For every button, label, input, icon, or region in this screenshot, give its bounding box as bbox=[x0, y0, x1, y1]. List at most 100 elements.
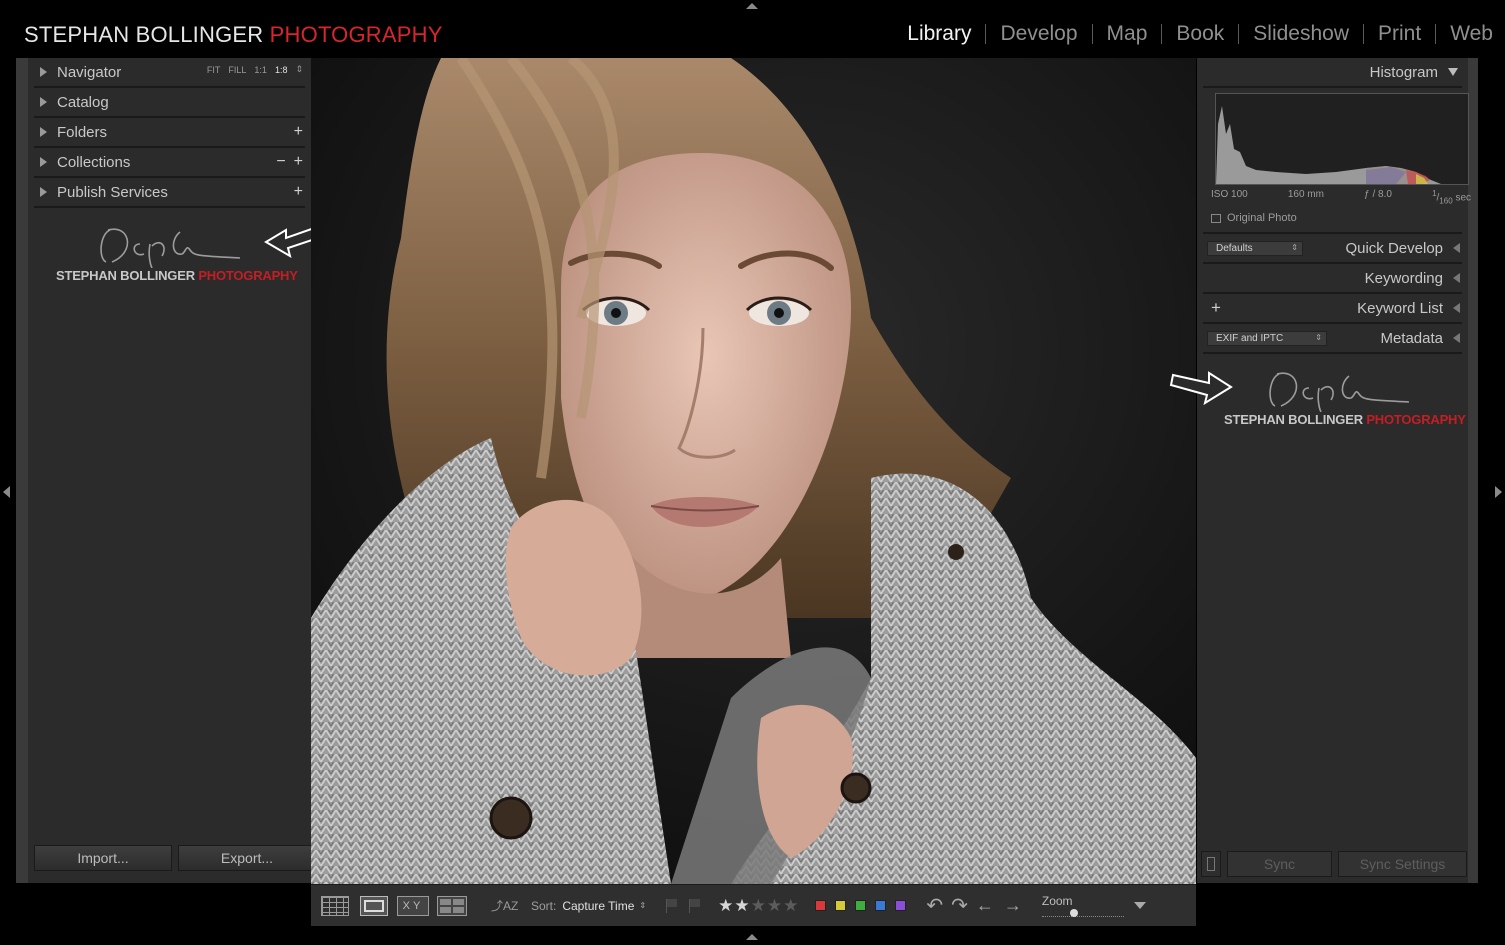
module-separator bbox=[985, 24, 987, 44]
rotate-left-icon[interactable]: ↶ bbox=[926, 893, 943, 918]
module-library[interactable]: Library bbox=[907, 22, 971, 46]
folders-label: Folders bbox=[57, 123, 108, 141]
reject-flag-icon[interactable] bbox=[689, 898, 702, 913]
export-button[interactable]: Export... bbox=[178, 845, 316, 871]
star-icon[interactable]: ★ bbox=[767, 896, 783, 915]
sync-button[interactable]: Sync bbox=[1226, 851, 1333, 877]
module-book[interactable]: Book bbox=[1176, 22, 1224, 46]
keywording-header[interactable]: Keywording bbox=[1203, 264, 1462, 294]
zoom-slider-knob[interactable] bbox=[1069, 908, 1078, 917]
zoom-slider-track[interactable] bbox=[1041, 913, 1124, 917]
histogram-panel: ISO 100 160 mm ƒ / 8.0 1/160 sec Origina… bbox=[1203, 88, 1471, 234]
sort-label: Sort: bbox=[531, 898, 557, 913]
navigator-header[interactable]: Navigator FIT FILL 1:1 1:8 ⇕ bbox=[34, 58, 305, 88]
metadata-header[interactable]: EXIF and IPTC ⇕ Metadata bbox=[1203, 324, 1462, 354]
auto-sync-toggle[interactable] bbox=[1201, 851, 1221, 877]
expand-triangle-icon bbox=[40, 127, 47, 137]
loupe-view-button[interactable] bbox=[358, 895, 390, 917]
navigator-zoom-options: FIT FILL 1:1 1:8 ⇕ bbox=[207, 64, 303, 75]
publish-services-header[interactable]: Publish Services + bbox=[34, 178, 305, 208]
expand-triangle-icon bbox=[1453, 333, 1460, 343]
module-web[interactable]: Web bbox=[1450, 22, 1493, 46]
quick-develop-label: Quick Develop bbox=[1345, 239, 1443, 257]
keyword-list-label: Keyword List bbox=[1357, 299, 1443, 317]
star-icon[interactable]: ★ bbox=[783, 896, 799, 915]
histogram-header[interactable]: Histogram bbox=[1203, 58, 1462, 88]
import-button[interactable]: Import... bbox=[34, 845, 172, 871]
module-map[interactable]: Map bbox=[1107, 22, 1148, 46]
main-photo[interactable] bbox=[311, 58, 1196, 884]
updown-icon: ⇕ bbox=[1291, 243, 1298, 252]
end-mark-text: STEPHAN BOLLINGER PHOTOGRAPHY bbox=[56, 268, 298, 283]
bottom-panel-toggle-icon[interactable] bbox=[746, 934, 758, 940]
original-photo-toggle[interactable]: Original Photo bbox=[1211, 212, 1297, 224]
sync-settings-button[interactable]: Sync Settings bbox=[1338, 851, 1467, 877]
zoom-1-1[interactable]: 1:1 bbox=[254, 65, 267, 75]
color-label-swatch[interactable] bbox=[895, 900, 907, 911]
color-label-swatch[interactable] bbox=[855, 900, 867, 911]
star-icon[interactable]: ★ bbox=[718, 896, 734, 915]
sort-updown-icon[interactable]: ⇕ bbox=[639, 901, 646, 910]
metadata-preset-select[interactable]: EXIF and IPTC ⇕ bbox=[1207, 331, 1327, 346]
histogram-graph[interactable] bbox=[1215, 93, 1469, 185]
publish-services-label: Publish Services bbox=[57, 183, 168, 201]
toolbar-options-dropdown-icon[interactable] bbox=[1133, 902, 1146, 909]
remove-collection-icon[interactable]: − bbox=[276, 154, 285, 170]
histogram-curve bbox=[1216, 106, 1441, 184]
star-icon[interactable]: ★ bbox=[734, 896, 750, 915]
color-label-swatch[interactable] bbox=[835, 900, 847, 911]
module-print[interactable]: Print bbox=[1378, 22, 1421, 46]
folders-header[interactable]: Folders + bbox=[34, 118, 305, 148]
rotate-right-icon[interactable]: ↷ bbox=[951, 893, 968, 918]
grid-icon bbox=[321, 895, 349, 916]
add-collection-icon[interactable]: + bbox=[294, 154, 303, 170]
right-panel: Histogram ISO 100 160 mm ƒ / 8.0 1/160 s… bbox=[1169, 58, 1478, 883]
identity-plate: STEPHAN BOLLINGER PHOTOGRAPHY bbox=[24, 22, 443, 48]
collapse-triangle-icon bbox=[1448, 68, 1458, 76]
sort-value[interactable]: Capture Time bbox=[562, 899, 634, 913]
color-label-swatch[interactable] bbox=[875, 900, 887, 911]
sort-direction-icon[interactable]: ⤴AZ bbox=[491, 897, 525, 914]
zoom-fill[interactable]: FILL bbox=[228, 65, 246, 75]
zoom-fit[interactable]: FIT bbox=[207, 65, 221, 75]
compare-view-button[interactable]: XY bbox=[397, 895, 429, 917]
grid-view-button[interactable] bbox=[319, 895, 351, 917]
panel-end-mark: STEPHAN BOLLINGER PHOTOGRAPHY bbox=[1223, 366, 1473, 436]
portrait-image bbox=[311, 58, 1196, 884]
pick-flag-icon[interactable] bbox=[666, 898, 679, 913]
previous-photo-icon[interactable]: ← bbox=[976, 895, 994, 916]
add-keyword-icon[interactable]: + bbox=[1211, 298, 1221, 318]
zoom-custom[interactable]: 1:8 bbox=[275, 65, 288, 75]
module-slideshow[interactable]: Slideshow bbox=[1253, 22, 1349, 46]
survey-icon bbox=[437, 895, 467, 916]
iso-value: ISO 100 bbox=[1211, 189, 1248, 200]
star-rating[interactable]: ★★★★★ bbox=[718, 896, 799, 916]
top-panel-toggle-icon[interactable] bbox=[746, 3, 758, 9]
expand-triangle-icon bbox=[40, 97, 47, 107]
right-panel-toggle-icon[interactable] bbox=[1495, 486, 1502, 498]
quick-develop-preset-select[interactable]: Defaults ⇕ bbox=[1207, 241, 1303, 256]
focal-length-value: 160 mm bbox=[1287, 189, 1324, 200]
next-photo-icon[interactable]: → bbox=[1004, 895, 1022, 916]
add-folder-icon[interactable]: + bbox=[294, 124, 303, 140]
original-photo-checkbox[interactable] bbox=[1211, 213, 1221, 223]
zoom-control: Zoom bbox=[1038, 891, 1126, 921]
color-label-swatch[interactable] bbox=[815, 900, 827, 911]
module-separator bbox=[1091, 24, 1093, 44]
left-panel-toggle-icon[interactable] bbox=[3, 486, 10, 498]
expand-triangle-icon bbox=[1453, 273, 1460, 283]
survey-view-button[interactable] bbox=[436, 895, 468, 917]
quick-develop-header[interactable]: Defaults ⇕ Quick Develop bbox=[1203, 234, 1462, 264]
compare-xy-icon: XY bbox=[397, 895, 429, 916]
star-icon[interactable]: ★ bbox=[751, 896, 767, 915]
panel-end-mark: STEPHAN BOLLINGER PHOTOGRAPHY bbox=[56, 218, 298, 288]
expand-triangle-icon bbox=[1453, 303, 1460, 313]
zoom-updown-icon[interactable]: ⇕ bbox=[295, 64, 303, 75]
add-publish-service-icon[interactable]: + bbox=[294, 184, 303, 200]
aperture-value: ƒ / 8.0 bbox=[1364, 189, 1392, 200]
collections-header[interactable]: Collections − + bbox=[34, 148, 305, 178]
module-develop[interactable]: Develop bbox=[1000, 22, 1077, 46]
exif-readout: ISO 100 160 mm ƒ / 8.0 1/160 sec bbox=[1211, 189, 1471, 205]
keyword-list-header[interactable]: + Keyword List bbox=[1203, 294, 1462, 324]
catalog-header[interactable]: Catalog bbox=[34, 88, 305, 118]
